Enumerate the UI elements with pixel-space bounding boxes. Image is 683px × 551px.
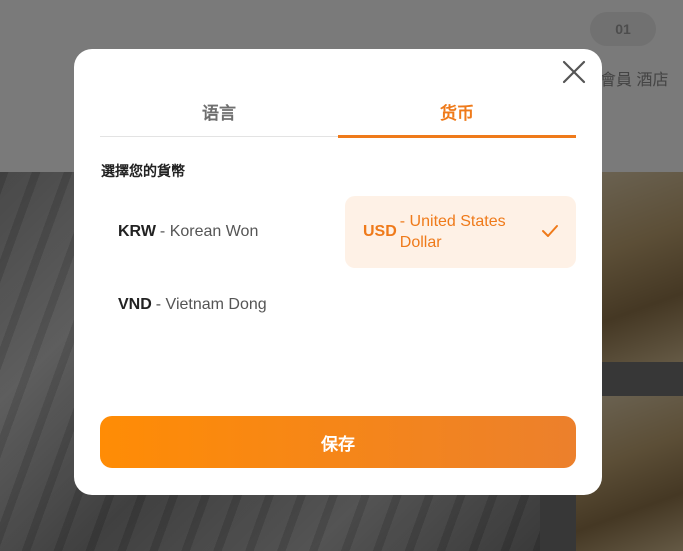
currency-name: - United States Dollar <box>399 213 506 251</box>
currency-name: - Korean Won <box>159 223 259 240</box>
close-button[interactable] <box>561 59 587 85</box>
tab-currency[interactable]: 货币 <box>338 87 576 138</box>
check-icon <box>542 225 558 237</box>
tab-language[interactable]: 语言 <box>100 87 338 136</box>
close-icon <box>562 60 586 84</box>
currency-language-modal: 语言 货币 選擇您的貨幣 KRW - Korean Won USD - Unit… <box>74 49 602 495</box>
currency-code: KRW <box>118 223 156 240</box>
save-button[interactable]: 保存 <box>100 416 576 468</box>
modal-tabs: 语言 货币 <box>100 87 576 138</box>
currency-name: - Vietnam Dong <box>155 296 267 313</box>
currency-option-krw[interactable]: KRW - Korean Won <box>100 196 332 268</box>
currency-code: VND <box>118 296 152 313</box>
currency-code: USD <box>363 223 397 240</box>
currency-option-usd[interactable]: USD - United States Dollar <box>345 196 576 268</box>
currency-option-vnd[interactable]: VND - Vietnam Dong <box>100 269 332 341</box>
section-title: 選擇您的貨幣 <box>101 163 185 179</box>
